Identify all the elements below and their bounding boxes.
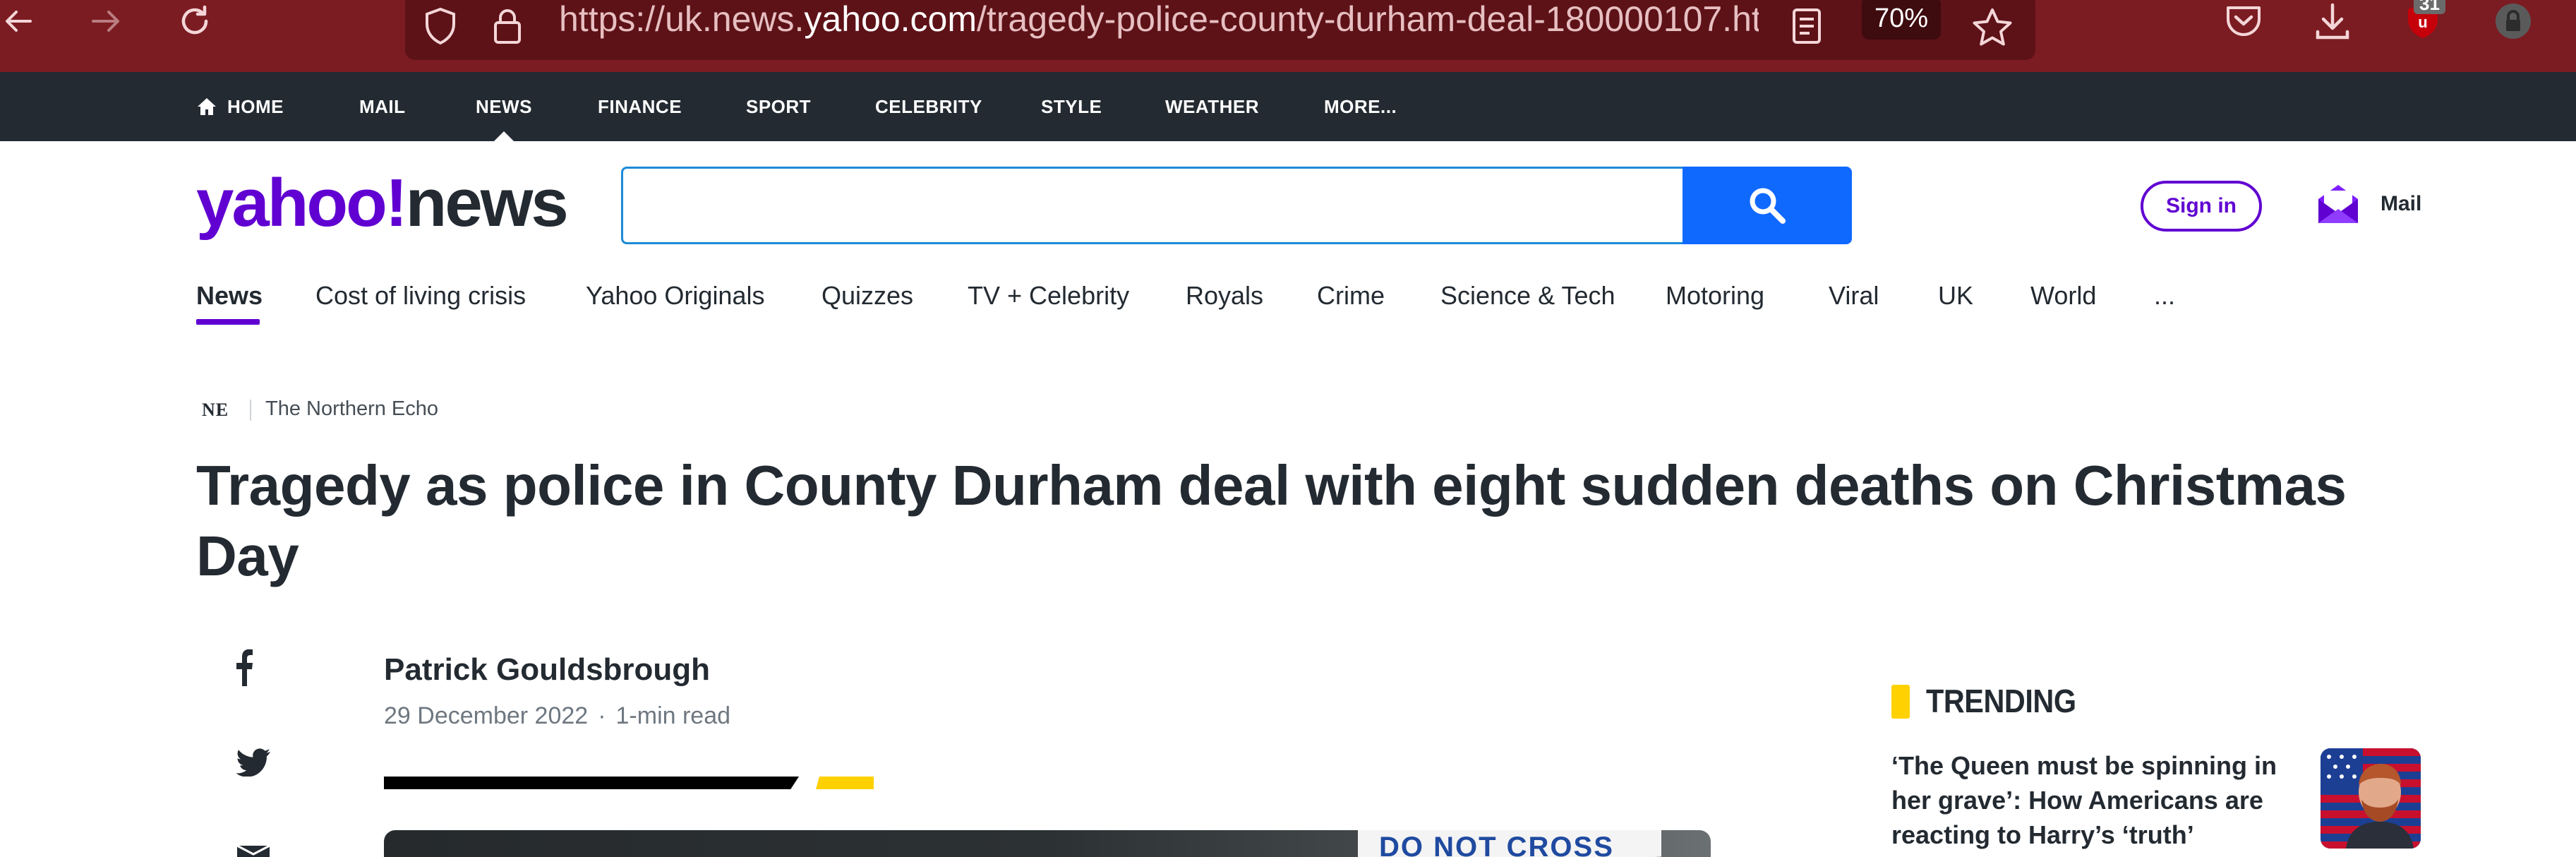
category-more[interactable]: ... <box>2154 281 2175 311</box>
topnav-celebrity[interactable]: CELEBRITY <box>875 72 982 141</box>
active-category-underline <box>196 319 260 325</box>
mail-link[interactable]: Mail <box>2317 182 2421 226</box>
trending-thumbnail-image <box>2321 748 2421 849</box>
pocket-icon[interactable] <box>2225 0 2263 42</box>
home-icon <box>198 98 216 115</box>
category-royals[interactable]: Royals <box>1186 281 1263 311</box>
search-input[interactable] <box>621 167 1683 244</box>
author-name[interactable]: Patrick Gouldsbrough <box>384 652 710 688</box>
zoom-level-button[interactable]: 70% <box>1862 0 1941 40</box>
yahoo-global-nav: HOME MAIL NEWS FINANCE SPORT CELEBRITY S… <box>0 72 2576 141</box>
email-icon <box>236 844 270 857</box>
trending-marker <box>1891 685 1910 719</box>
trending-title: TRENDING <box>1926 683 2076 719</box>
logo-yahoo-text: yahoo! <box>196 165 408 241</box>
trending-item-headline[interactable]: ‘The Queen must be spinning in her grave… <box>1891 748 2301 852</box>
mail-envelope-icon <box>2318 185 2358 223</box>
topnav-weather[interactable]: WEATHER <box>1165 72 1259 141</box>
facebook-icon <box>236 649 253 686</box>
url-text[interactable]: https://uk.news.yahoo.com/tragedy-police… <box>559 0 1759 40</box>
divider-bar-black <box>384 777 799 789</box>
topnav-more[interactable]: MORE... <box>1324 72 1397 141</box>
search-button[interactable] <box>1683 167 1852 244</box>
category-world[interactable]: World <box>2030 281 2096 311</box>
forward-button[interactable] <box>85 0 127 42</box>
source-name[interactable]: The Northern Echo <box>265 397 438 421</box>
yahoo-news-logo[interactable]: yahoo!news <box>196 169 569 237</box>
article-meta: 29 December 2022 · 1-min read <box>384 702 731 729</box>
logo-news-text: news <box>405 165 569 241</box>
svg-text:u: u <box>2418 13 2427 31</box>
extension-count-badge: 31 <box>2414 0 2445 14</box>
topnav-news[interactable]: NEWS <box>476 72 532 141</box>
trending-item-thumbnail[interactable] <box>2321 748 2421 849</box>
topnav-style[interactable]: STYLE <box>1041 72 1102 141</box>
category-motoring[interactable]: Motoring <box>1666 281 1764 311</box>
share-twitter-button[interactable] <box>236 748 271 780</box>
back-button[interactable] <box>0 0 35 42</box>
article-hero-image: DO NOT CROSS <box>384 830 1711 857</box>
divider-bar-yellow <box>816 777 874 789</box>
source-logo[interactable]: NE <box>202 400 229 421</box>
search-icon <box>1750 188 1786 224</box>
tracking-protection-shield-icon[interactable] <box>423 7 457 49</box>
url-prefix: https://uk.news. <box>559 0 805 39</box>
lock-icon[interactable] <box>493 7 522 49</box>
police-tape-text: DO NOT CROSS <box>1379 832 1614 857</box>
twitter-icon <box>236 748 270 777</box>
article-headline: Tragedy as police in County Durham deal … <box>196 454 2347 587</box>
reader-view-icon[interactable] <box>1791 7 1822 49</box>
publish-date: 29 December 2022 <box>384 702 589 729</box>
url-domain: yahoo.com <box>804 0 977 39</box>
share-email-button[interactable] <box>236 844 271 857</box>
topnav-mail[interactable]: MAIL <box>359 72 406 141</box>
topnav-sport[interactable]: SPORT <box>746 72 811 141</box>
downloads-icon[interactable] <box>2315 0 2350 42</box>
topnav-home-label: HOME <box>227 95 284 117</box>
source-divider <box>250 400 251 421</box>
address-bar[interactable]: https://uk.news.yahoo.com/tragedy-police… <box>405 0 2035 60</box>
read-time: 1-min read <box>615 702 731 729</box>
account-extension-icon[interactable] <box>2494 0 2532 42</box>
topnav-finance[interactable]: FINANCE <box>598 72 682 141</box>
category-yahoo-originals[interactable]: Yahoo Originals <box>586 281 764 311</box>
mail-label: Mail <box>2381 192 2422 215</box>
share-facebook-button[interactable] <box>236 648 253 690</box>
category-viral[interactable]: Viral <box>1829 281 1879 311</box>
browser-toolbar: https://uk.news.yahoo.com/tragedy-police… <box>0 0 2576 72</box>
url-path: /tragedy-police-county-durham-deal-18000… <box>976 0 1759 39</box>
category-uk[interactable]: UK <box>1938 281 1973 311</box>
sign-in-button[interactable]: Sign in <box>2141 181 2262 232</box>
category-quizzes[interactable]: Quizzes <box>821 281 913 311</box>
category-science-tech[interactable]: Science & Tech <box>1440 281 1615 311</box>
category-crime[interactable]: Crime <box>1317 281 1385 311</box>
category-news[interactable]: News <box>196 281 263 311</box>
reload-button[interactable] <box>174 0 216 42</box>
topnav-home[interactable]: HOME <box>196 72 284 141</box>
category-tv-celebrity[interactable]: TV + Celebrity <box>968 281 1129 311</box>
bookmark-star-icon[interactable] <box>1972 7 2013 50</box>
category-cost-of-living[interactable]: Cost of living crisis <box>315 281 526 311</box>
